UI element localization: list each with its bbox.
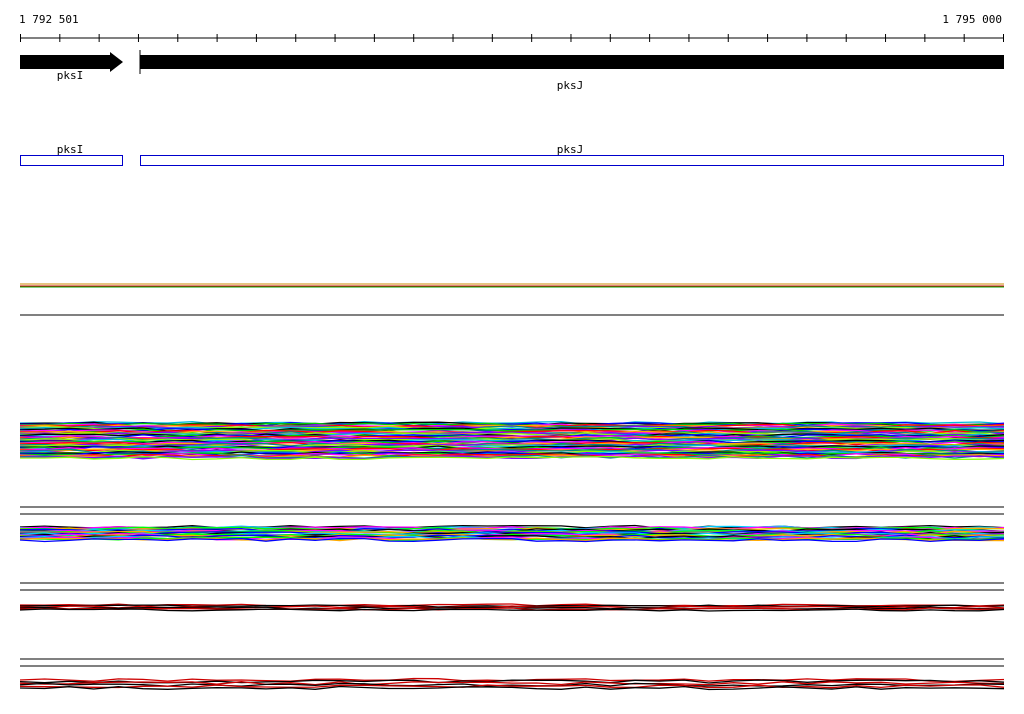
track-4 xyxy=(19,603,1005,667)
ruler xyxy=(20,34,1004,42)
gene-label-pksi: pksI xyxy=(56,69,84,82)
gene-box-pksj[interactable] xyxy=(140,155,1004,166)
gene-label-pksj: pksJ xyxy=(556,79,584,92)
gene-box-label-pksi: pksI xyxy=(56,143,84,156)
track-2 xyxy=(19,421,1005,515)
gene-box-track xyxy=(20,155,1004,166)
genome-browser-canvas xyxy=(19,34,1005,691)
track-3 xyxy=(19,524,1005,591)
track-5 xyxy=(19,677,1005,691)
coverage-line xyxy=(19,685,1005,691)
gene-box-label-pksj: pksJ xyxy=(556,143,584,156)
gene-track xyxy=(20,50,1004,74)
gene-box-pksi[interactable] xyxy=(20,155,123,166)
track-1 xyxy=(20,283,1004,316)
gene-arrow-pksj[interactable] xyxy=(140,55,1004,69)
